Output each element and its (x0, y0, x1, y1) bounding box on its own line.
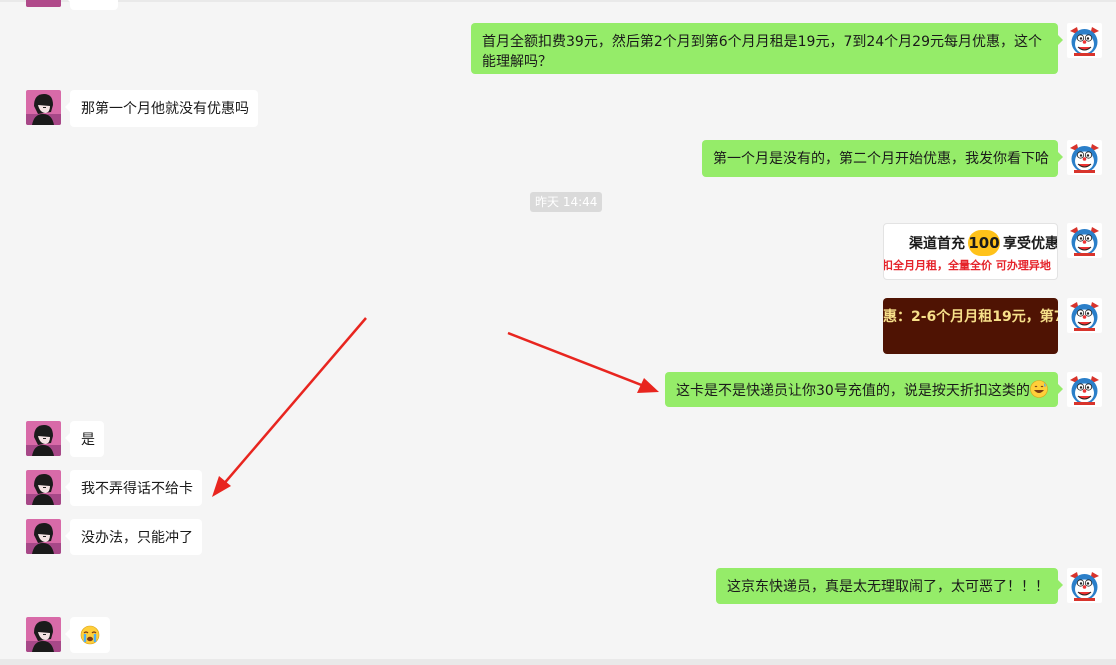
message-text: 是 (81, 432, 95, 448)
badge-100: 100 (968, 230, 1000, 256)
self-avatar[interactable] (1067, 140, 1102, 175)
message-text: 那第一个月他就没有优惠吗 (81, 101, 249, 117)
chat-window: 首月全额扣费39元，然后第2个月到第6个月月租是19元，7到24个月29元每月优… (0, 0, 1116, 665)
message-text: 没办法，只能冲了 (81, 530, 193, 546)
self-avatar[interactable] (1067, 372, 1102, 407)
top-divider (0, 0, 1116, 2)
self-avatar[interactable] (1067, 568, 1102, 603)
message-bubble-outgoing[interactable]: 这京东快递员，真是太无理取闹了，太可恶了！！！ (716, 568, 1063, 604)
message-bubble-incoming[interactable]: 没办法，只能冲了 (65, 519, 202, 555)
self-avatar[interactable] (1067, 223, 1102, 258)
cartoon-cat-icon (1067, 298, 1102, 333)
anime-boy-icon (26, 90, 61, 125)
cartoon-cat-icon (1067, 372, 1102, 407)
cartoon-cat-icon (1067, 223, 1102, 258)
message-bubble-incoming[interactable]: 是 (65, 421, 104, 457)
image-message[interactable]: 渠道首充 100 享受优惠 扣全月月租，全量全价 可办理异地 (883, 223, 1058, 280)
contact-avatar[interactable] (26, 90, 61, 125)
self-avatar[interactable] (1067, 23, 1102, 58)
cartoon-cat-icon (1067, 568, 1102, 603)
contact-avatar[interactable] (26, 617, 61, 652)
anime-boy-icon (26, 617, 61, 652)
contact-avatar[interactable] (26, 421, 61, 456)
arrow-annotation-left-head (212, 476, 231, 497)
arrow-annotation-right (507, 331, 645, 388)
anime-boy-icon (26, 421, 61, 456)
contact-avatar[interactable] (26, 0, 61, 7)
message-bubble-partial[interactable] (65, 0, 118, 10)
contact-avatar[interactable] (26, 519, 61, 554)
image-text-line: 惠：2-6个月月租19元，第7 (883, 309, 1058, 325)
contact-avatar[interactable] (26, 470, 61, 505)
message-text: 首月全额扣费39元，然后第2个月到第6个月月租是19元，7到24个月29元每月优… (482, 34, 1042, 70)
message-text: 我不弄得话不给卡 (81, 481, 193, 497)
message-text: 这京东快递员，真是太无理取闹了，太可恶了！！！ (727, 579, 1049, 595)
message-text: 第一个月是没有的，第二个月开始优惠，我发你看下哈 (713, 151, 1049, 167)
timestamp-divider: 昨天 14:44 (530, 192, 603, 212)
bottom-divider (0, 659, 1116, 665)
crying-face-icon (80, 625, 100, 645)
anime-boy-icon (26, 470, 61, 505)
arrow-annotation-right-head (637, 378, 659, 393)
message-text: 这卡是不是快递员让你30号充值的，说是按天折扣这类的 (676, 383, 1030, 399)
arrow-annotation-left (221, 317, 367, 487)
message-bubble-outgoing[interactable]: 这卡是不是快递员让你30号充值的，说是按天折扣这类的 (665, 372, 1063, 407)
message-bubble-outgoing[interactable]: 第一个月是没有的，第二个月开始优惠，我发你看下哈 (702, 140, 1063, 177)
message-bubble-incoming[interactable]: 我不弄得话不给卡 (65, 470, 202, 506)
self-avatar[interactable] (1067, 298, 1102, 333)
message-bubble-outgoing[interactable]: 首月全额扣费39元，然后第2个月到第6个月月租是19元，7到24个月29元每月优… (471, 23, 1063, 74)
message-bubble-incoming[interactable] (65, 617, 110, 653)
image-text-line: 渠道首充 100 享受优惠 (884, 230, 1057, 256)
cartoon-cat-icon (1067, 23, 1102, 58)
anime-boy-icon (26, 519, 61, 554)
image-message[interactable]: 惠：2-6个月月租19元，第7 (883, 298, 1058, 354)
grin-sweat-emoji-icon (1030, 380, 1048, 398)
image-text-line: 扣全月月租，全量全价 可办理异地 (883, 259, 1051, 272)
cartoon-cat-icon (1067, 140, 1102, 175)
message-bubble-incoming[interactable]: 那第一个月他就没有优惠吗 (65, 90, 258, 127)
